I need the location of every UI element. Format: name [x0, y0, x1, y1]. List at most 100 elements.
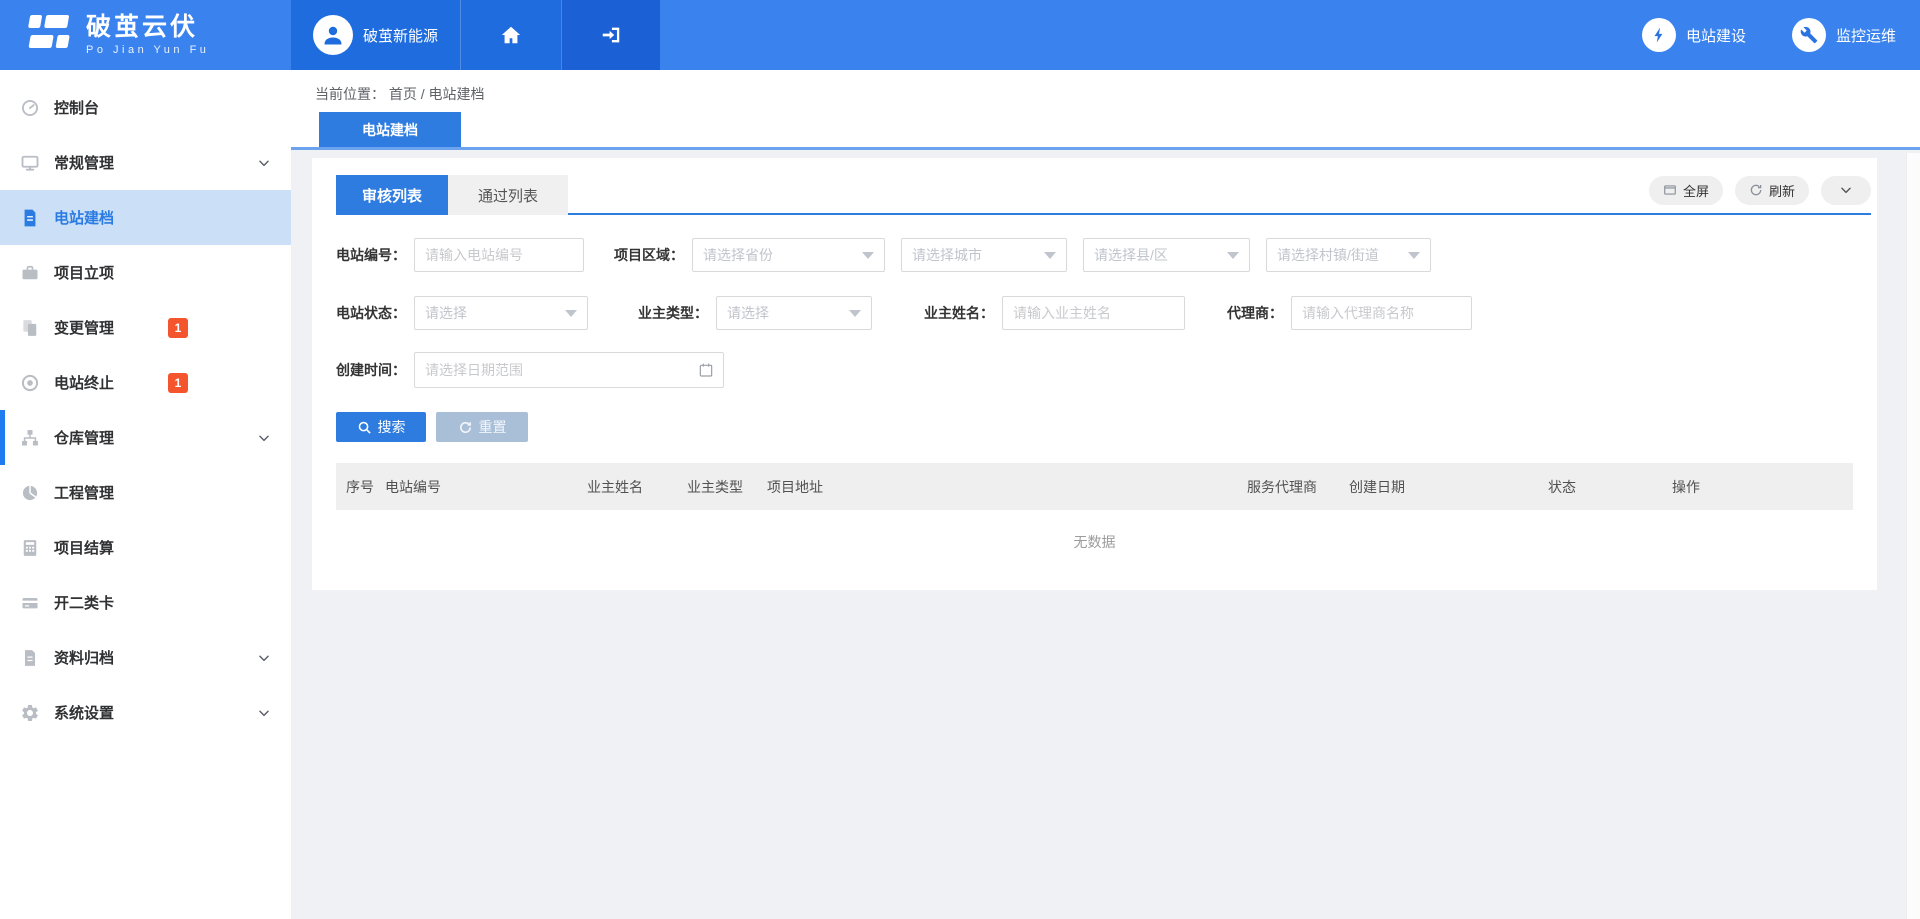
breadcrumb-prefix: 当前位置：: [315, 86, 385, 102]
col-owner-type: 业主类型: [687, 477, 767, 497]
sidebar-item-project-initiation[interactable]: 项目立项: [0, 245, 291, 300]
nav-station-build-label: 电站建设: [1686, 25, 1746, 46]
document-icon: [18, 206, 42, 230]
panel-card: 审核列表 通过列表 全屏 刷新: [312, 158, 1877, 590]
reset-button[interactable]: 重置: [436, 412, 528, 442]
sidebar-item-data-archive[interactable]: 资料归档: [0, 630, 291, 685]
calculator-icon: [18, 536, 42, 560]
refresh-button[interactable]: 刷新: [1735, 176, 1809, 205]
village-select[interactable]: 请选择村镇/街道: [1266, 238, 1431, 272]
station-no-input[interactable]: [414, 238, 584, 272]
fullscreen-label: 全屏: [1683, 181, 1709, 200]
owner-type-label: 业主类型：: [638, 303, 708, 323]
app-root: 破茧云伏 Po Jian Yun Fu 破茧新能源: [0, 0, 1920, 919]
nav-station-build[interactable]: 电站建设: [1642, 18, 1746, 52]
station-no-label: 电站编号：: [336, 245, 406, 265]
dashboard-icon: [18, 96, 42, 120]
breadcrumb-path[interactable]: 首页 / 电站建档: [389, 86, 485, 102]
scrollbar-track[interactable]: [1906, 153, 1920, 919]
user-icon: [321, 23, 345, 47]
panel-tools: 全屏 刷新: [1649, 176, 1871, 205]
page-tab-station-archive[interactable]: 电站建档: [319, 112, 461, 147]
region-label: 项目区域：: [614, 245, 684, 265]
chevron-down-icon: [257, 156, 271, 170]
table-header: 序号 电站编号 业主姓名 业主类型 项目地址 服务代理商 创建日期 状态 操作: [336, 463, 1853, 510]
sitemap-icon: [18, 426, 42, 450]
sidebar-item-general-mgmt[interactable]: 常规管理: [0, 135, 291, 190]
brand-subtitle: Po Jian Yun Fu: [86, 44, 209, 56]
lightning-icon: [1642, 18, 1676, 52]
sidebar-item-change-mgmt[interactable]: 变更管理 1: [0, 300, 291, 355]
header-right-nav: 电站建设 监控运维: [1642, 0, 1920, 70]
table-body: 无数据: [336, 510, 1853, 590]
date-range-input[interactable]: [414, 352, 724, 388]
owner-type-select[interactable]: 请选择: [716, 296, 872, 330]
header-user-section[interactable]: 破茧新能源: [291, 0, 460, 70]
sidebar-item-label: 电站建档: [54, 207, 114, 228]
col-status: 状态: [1548, 477, 1672, 497]
sidebar-item-system-settings[interactable]: 系统设置: [0, 685, 291, 740]
reset-label: 重置: [479, 417, 507, 437]
sidebar-item-label: 电站终止: [54, 372, 114, 393]
county-select[interactable]: 请选择县/区: [1083, 238, 1250, 272]
sidebar-item-engineering-mgmt[interactable]: 工程管理: [0, 465, 291, 520]
owner-name-label: 业主姓名：: [924, 303, 994, 323]
sidebar-item-station-archive[interactable]: 电站建档: [0, 190, 291, 245]
nav-monitor-ops-label: 监控运维: [1836, 25, 1896, 46]
refresh-label: 刷新: [1769, 181, 1795, 200]
filter-row-2: 电站状态： 请选择 业主类型： 请选择 业主姓名： 代理商：: [336, 296, 1853, 330]
sidebar-item-project-settlement[interactable]: 项目结算: [0, 520, 291, 575]
avatar: [313, 15, 353, 55]
search-button[interactable]: 搜索: [336, 412, 426, 442]
sidebar-item-console[interactable]: 控制台: [0, 80, 291, 135]
file-archive-icon: [18, 646, 42, 670]
sidebar-item-label: 项目结算: [54, 537, 114, 558]
sidebar-item-open-card[interactable]: 开二类卡: [0, 575, 291, 630]
search-label: 搜索: [378, 417, 406, 437]
brand-logo-icon: [20, 11, 74, 60]
header-home-button[interactable]: [460, 0, 561, 70]
col-created-date: 创建日期: [1349, 477, 1548, 497]
filter-row-3: 创建时间：: [336, 352, 1853, 388]
owner-name-input[interactable]: [1002, 296, 1185, 330]
station-status-select[interactable]: 请选择: [414, 296, 588, 330]
nav-monitor-ops[interactable]: 监控运维: [1792, 18, 1896, 52]
col-station-no: 电站编号: [385, 477, 587, 497]
sidebar-item-label: 项目立项: [54, 262, 114, 283]
sidebar-item-station-terminate[interactable]: 电站终止 1: [0, 355, 291, 410]
sidebar-item-label: 仓库管理: [54, 427, 114, 448]
col-actions: 操作: [1672, 477, 1853, 497]
company-name: 破茧新能源: [363, 25, 438, 46]
chevron-down-icon: [257, 431, 271, 445]
chevron-down-icon: [257, 651, 271, 665]
brand-text: 破茧云伏 Po Jian Yun Fu: [86, 14, 209, 56]
col-project-address: 项目地址: [767, 477, 1247, 497]
tab-passed-list[interactable]: 通过列表: [448, 175, 568, 215]
fullscreen-button[interactable]: 全屏: [1649, 176, 1723, 205]
top-header: 破茧云伏 Po Jian Yun Fu 破茧新能源: [0, 0, 1920, 70]
created-time-label: 创建时间：: [336, 360, 406, 380]
bank-card-icon: [18, 591, 42, 615]
agent-input[interactable]: [1291, 296, 1472, 330]
collapse-button[interactable]: [1821, 176, 1871, 205]
sidebar-item-warehouse-mgmt[interactable]: 仓库管理: [0, 410, 291, 465]
chevron-down-icon: [257, 706, 271, 720]
brand-logo: 破茧云伏 Po Jian Yun Fu: [0, 0, 291, 70]
calendar-icon: [698, 362, 714, 378]
sidebar-item-label: 开二类卡: [54, 592, 114, 613]
province-select[interactable]: 请选择省份: [692, 238, 885, 272]
search-icon: [357, 420, 372, 435]
col-owner-name: 业主姓名: [587, 477, 687, 497]
sidebar-item-label: 变更管理: [54, 317, 114, 338]
filter-row-1: 电站编号： 项目区域： 请选择省份 请选择城市 请选择县/区 请选择村镇/街道: [336, 238, 1853, 272]
chevron-down-icon: [1839, 183, 1853, 197]
filter-actions: 搜索 重置: [336, 412, 1853, 442]
fullscreen-icon: [1663, 183, 1677, 197]
col-service-agent: 服务代理商: [1247, 477, 1349, 497]
city-select[interactable]: 请选择城市: [901, 238, 1067, 272]
breadcrumb-bar: 当前位置： 首页 / 电站建档 电站建档: [291, 70, 1920, 150]
tab-review-list[interactable]: 审核列表: [336, 175, 448, 215]
station-status-label: 电站状态：: [336, 303, 406, 323]
header-logout-button[interactable]: [561, 0, 660, 70]
sidebar-item-label: 工程管理: [54, 482, 114, 503]
